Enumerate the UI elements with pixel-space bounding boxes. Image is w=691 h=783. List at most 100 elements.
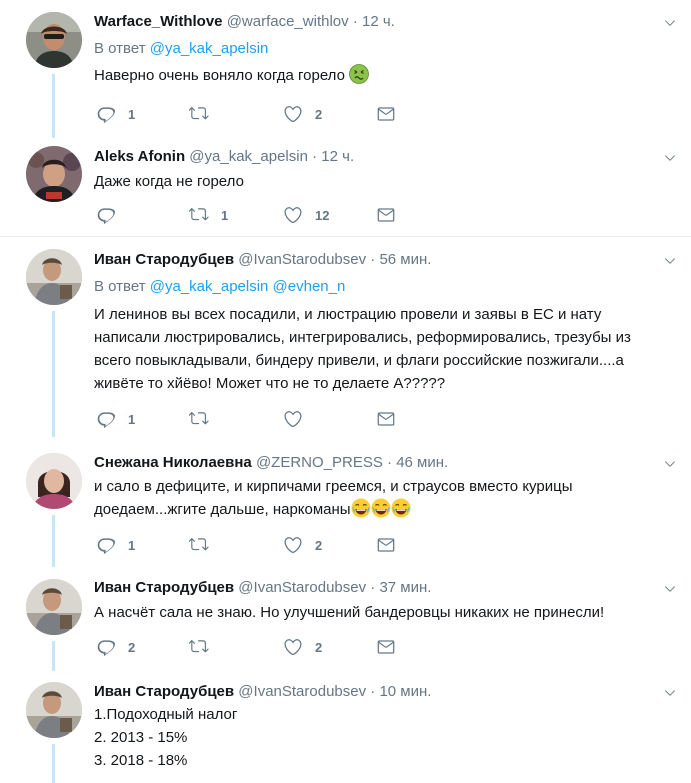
retweet-button[interactable]	[189, 408, 221, 430]
reply-mention-link[interactable]: @ya_kak_apelsin @evhen_n	[150, 278, 346, 295]
reply-button[interactable]: 1	[96, 534, 135, 556]
author-handle[interactable]: @warface_withlov	[227, 13, 349, 30]
like-button[interactable]	[283, 408, 315, 430]
author-name[interactable]: Aleks Afonin	[94, 148, 185, 165]
timestamp[interactable]: 12 ч.	[321, 148, 354, 165]
tweet-text: Наверно очень воняло когда горело	[94, 64, 674, 87]
thread-line	[52, 744, 55, 783]
timestamp[interactable]: 56 мин.	[379, 251, 431, 268]
tweet-text-line: 3. 2018 - 18%	[94, 752, 188, 769]
tweet-text-line: доедаем...жгите дальше, наркоманы	[94, 501, 351, 518]
avatar[interactable]	[26, 579, 82, 635]
tweet-text-line: 1.Подоходный налог	[94, 706, 238, 723]
tweet-text: Даже когда не горело	[94, 170, 674, 193]
separator-dot: ·	[370, 251, 376, 268]
like-button[interactable]: 2	[283, 636, 322, 658]
like-button[interactable]: 2	[283, 534, 322, 556]
reply-count: 2	[128, 639, 136, 655]
avatar[interactable]	[26, 682, 82, 738]
tweet-4[interactable]: Снежана Николаевна @ZERNO_PRESS · 46 мин…	[0, 437, 691, 567]
retweet-button[interactable]: 1	[189, 204, 228, 226]
reply-context: В ответ @ya_kak_apelsin @evhen_n	[94, 278, 345, 295]
tears-of-joy-emoji	[351, 498, 371, 518]
tweet-6[interactable]: Иван Стародубцев @IvanStarodubsev · 10 м…	[0, 671, 691, 783]
reply-icon	[96, 637, 116, 657]
author-name[interactable]: Иван Стародубцев	[94, 251, 234, 268]
reply-button[interactable]	[96, 204, 128, 226]
avatar[interactable]	[26, 249, 82, 305]
envelope-icon	[376, 205, 396, 225]
avatar[interactable]	[26, 146, 82, 202]
tweet-text-line: и сало в дефиците, и кирпичами греемся, …	[94, 478, 573, 495]
separator-dot: ·	[387, 454, 393, 471]
tweet-text-body: Даже когда не горело	[94, 173, 244, 190]
chevron-down-icon[interactable]	[663, 457, 677, 471]
author-handle[interactable]: @IvanStarodubsev	[238, 251, 366, 268]
thread-line	[52, 311, 55, 437]
timestamp[interactable]: 46 мин.	[396, 454, 448, 471]
retweet-icon	[189, 535, 209, 555]
direct-message-button[interactable]	[376, 636, 396, 658]
chevron-down-icon[interactable]	[663, 582, 677, 596]
chevron-down-icon[interactable]	[663, 151, 677, 165]
thread-line	[52, 515, 55, 567]
retweet-button[interactable]	[189, 636, 221, 658]
reply-mention-link[interactable]: @ya_kak_apelsin	[150, 40, 269, 57]
avatar[interactable]	[26, 453, 82, 509]
separator-dot: ·	[370, 579, 376, 596]
envelope-icon	[376, 535, 396, 555]
author-handle[interactable]: @ya_kak_apelsin	[189, 148, 308, 165]
author-handle[interactable]: @IvanStarodubsev	[238, 683, 366, 700]
tweet-3[interactable]: Иван Стародубцев @IvanStarodubsev · 56 м…	[0, 237, 691, 437]
author-name[interactable]: Иван Стародубцев	[94, 579, 234, 596]
tweet-5[interactable]: Иван Стародубцев @IvanStarodubsev · 37 м…	[0, 567, 691, 671]
author-name[interactable]: Иван Стародубцев	[94, 683, 234, 700]
avatar[interactable]	[26, 12, 82, 68]
tweet-text: и сало в дефиците, и кирпичами греемся, …	[94, 475, 674, 521]
retweet-button[interactable]	[189, 534, 221, 556]
author-name[interactable]: Warface_Withlove	[94, 13, 223, 30]
tweet-text: 1.Подоходный налог 2. 2013 - 15% 3. 2018…	[94, 703, 674, 772]
tweet-header: Снежана Николаевна @ZERNO_PRESS · 46 мин…	[94, 454, 651, 471]
like-button[interactable]: 2	[283, 103, 322, 125]
tweet-text-line: живёте то хйёво! Может что не то делаете…	[94, 375, 446, 392]
tweet-1[interactable]: Warface_Withlove @warface_withlov · 12 ч…	[0, 0, 691, 138]
tears-of-joy-emoji	[391, 498, 411, 518]
timestamp[interactable]: 10 мин.	[379, 683, 431, 700]
tweet-2[interactable]: Aleks Afonin @ya_kak_apelsin · 12 ч. Даж…	[0, 138, 691, 236]
tweet-text-line: 2. 2013 - 15%	[94, 729, 188, 746]
separator-dot: ·	[312, 148, 318, 165]
timestamp[interactable]: 12 ч.	[362, 13, 395, 30]
direct-message-button[interactable]	[376, 408, 396, 430]
chevron-down-icon[interactable]	[663, 16, 677, 30]
author-handle[interactable]: @ZERNO_PRESS	[256, 454, 383, 471]
author-handle[interactable]: @IvanStarodubsev	[238, 579, 366, 596]
reply-prefix: В ответ	[94, 278, 146, 295]
reply-icon	[96, 104, 116, 124]
reply-icon	[96, 409, 116, 429]
reply-count: 1	[128, 106, 136, 122]
chevron-down-icon[interactable]	[663, 686, 677, 700]
retweet-button[interactable]	[189, 103, 221, 125]
like-button[interactable]: 12	[283, 204, 329, 226]
reply-button[interactable]: 1	[96, 103, 135, 125]
reply-button[interactable]: 1	[96, 408, 135, 430]
tweet-text: А насчёт сала не знаю. Но улучшений банд…	[94, 601, 674, 624]
reply-icon	[96, 535, 116, 555]
direct-message-button[interactable]	[376, 103, 396, 125]
envelope-icon	[376, 104, 396, 124]
retweet-icon	[189, 205, 209, 225]
heart-icon	[283, 205, 303, 225]
reply-button[interactable]: 2	[96, 636, 135, 658]
timestamp[interactable]: 37 мин.	[379, 579, 431, 596]
tweet-text-line-with-emoji: доедаем...жгите дальше, наркоманы	[94, 498, 674, 521]
reply-icon	[96, 205, 116, 225]
like-count: 2	[315, 639, 323, 655]
heart-icon	[283, 409, 303, 429]
like-count: 2	[315, 106, 323, 122]
author-name[interactable]: Снежана Николаевна	[94, 454, 252, 471]
chevron-down-icon[interactable]	[663, 254, 677, 268]
nauseated-face-emoji	[349, 64, 369, 84]
direct-message-button[interactable]	[376, 204, 396, 226]
direct-message-button[interactable]	[376, 534, 396, 556]
